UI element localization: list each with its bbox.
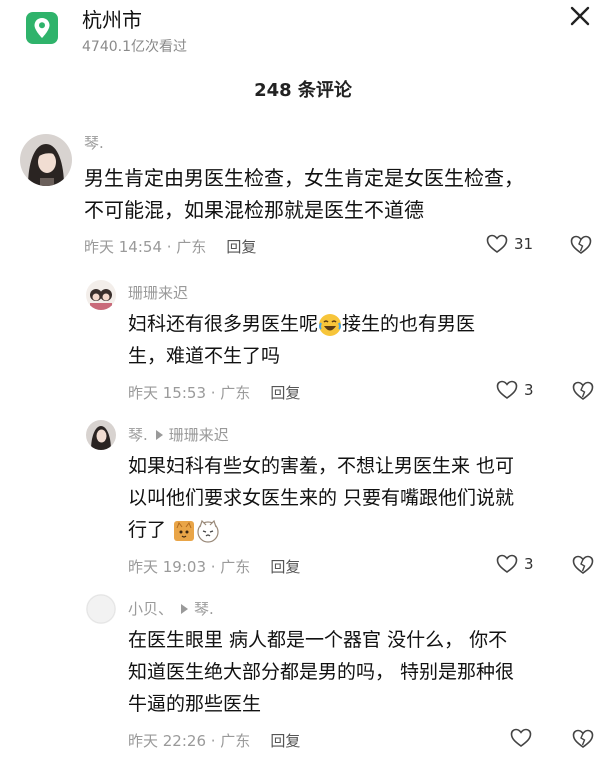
map-pin-icon bbox=[26, 12, 58, 44]
reply-username[interactable]: 珊珊来迟 bbox=[128, 282, 188, 303]
reply-to-username[interactable]: 珊珊来迟 bbox=[169, 426, 229, 444]
like-button[interactable]: 3 bbox=[496, 380, 534, 400]
location-header: 杭州市 4740.1亿次看过 bbox=[0, 0, 606, 60]
reply-meta: 昨天 19:03 · 广东 回复 bbox=[128, 556, 300, 577]
reply-text: 妇科还有很多男医生呢 接生的也有男医 生，难道不生了吗 bbox=[128, 313, 476, 367]
heart-icon bbox=[496, 380, 518, 399]
reply-time: 昨天 19:03 · 广东 bbox=[128, 558, 251, 576]
reply-time: 昨天 22:26 · 广东 bbox=[128, 732, 251, 750]
dislike-button[interactable] bbox=[572, 728, 594, 749]
laugh-cry-emoji-icon bbox=[318, 313, 342, 337]
view-count: 4740.1亿次看过 bbox=[82, 39, 187, 55]
like-button[interactable]: 31 bbox=[486, 234, 533, 254]
heart-icon bbox=[510, 728, 532, 747]
comment-username[interactable]: 琴. bbox=[84, 132, 104, 153]
broken-heart-icon bbox=[572, 555, 594, 574]
reply-arrow-icon bbox=[181, 604, 189, 614]
reply-button[interactable]: 回复 bbox=[270, 732, 300, 750]
reply-time: 昨天 15:53 · 广东 bbox=[128, 384, 251, 402]
close-icon[interactable] bbox=[568, 4, 592, 28]
reply-username: 小贝、 琴. bbox=[128, 600, 214, 618]
broken-heart-icon bbox=[572, 729, 594, 748]
like-button[interactable] bbox=[510, 728, 538, 748]
comment-text: 男生肯定由男医生检查，女生肯定是女医生检查， 不可能混，如果混检那就是医生不道德 bbox=[84, 166, 524, 222]
avatar[interactable] bbox=[86, 280, 116, 310]
reply-meta: 昨天 22:26 · 广东 回复 bbox=[128, 730, 300, 751]
comment-meta: 昨天 14:54 · 广东 回复 bbox=[84, 236, 256, 257]
reply-text: 在医生眼里 病人都是一个器官 没什么， 你不 知道医生绝大部分都是男的吗， 特别… bbox=[128, 629, 515, 715]
like-count: 3 bbox=[524, 555, 534, 573]
reply-text: 如果妇科有些女的害羞，不想让男医生来 也可 以叫他们要求女医生来的 只要有嘴跟他… bbox=[128, 455, 515, 543]
heart-icon bbox=[486, 234, 508, 253]
reply-button[interactable]: 回复 bbox=[270, 384, 300, 402]
location-title[interactable]: 杭州市 bbox=[82, 4, 142, 33]
like-count: 3 bbox=[524, 381, 534, 399]
reply-to-username[interactable]: 琴. bbox=[194, 600, 214, 618]
like-count: 31 bbox=[514, 235, 534, 253]
like-button[interactable]: 3 bbox=[496, 554, 534, 574]
avatar[interactable] bbox=[20, 134, 72, 186]
cat-face-icon bbox=[196, 519, 220, 543]
dislike-button[interactable] bbox=[570, 234, 592, 255]
cat-emoji-icon bbox=[172, 519, 196, 543]
avatar[interactable] bbox=[86, 594, 116, 624]
comment-time: 昨天 14:54 · 广东 bbox=[84, 238, 207, 256]
dislike-button[interactable] bbox=[572, 554, 594, 575]
reply-meta: 昨天 15:53 · 广东 回复 bbox=[128, 382, 300, 403]
comment-count-heading: 248 条评论 bbox=[254, 80, 352, 101]
avatar[interactable] bbox=[86, 420, 116, 450]
heart-icon bbox=[496, 554, 518, 573]
reply-button[interactable]: 回复 bbox=[226, 238, 256, 256]
broken-heart-icon bbox=[570, 235, 592, 254]
broken-heart-icon bbox=[572, 381, 594, 400]
reply-arrow-icon bbox=[155, 430, 163, 440]
reply-username: 琴. 珊珊来迟 bbox=[128, 426, 229, 444]
reply-button[interactable]: 回复 bbox=[270, 558, 300, 576]
dislike-button[interactable] bbox=[572, 380, 594, 401]
